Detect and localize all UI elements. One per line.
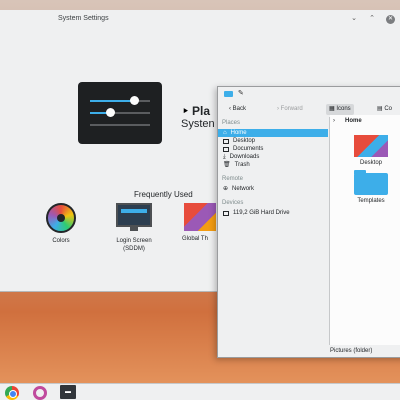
window-title: System Settings [58, 15, 109, 22]
file-manager-window: ✎ ‹ Back › Forward ▦ Icons ▤ Co Places ⌂… [217, 86, 400, 358]
desktop-icon [223, 138, 229, 144]
compact-view-button[interactable]: ▤ Co [374, 104, 395, 115]
icons-view-button[interactable]: ▦ Icons [326, 104, 354, 115]
hero-title: Pla [192, 104, 211, 118]
frequently-used-heading: Frequently Used [134, 190, 193, 199]
desktop-folder-icon [354, 135, 388, 157]
remote-heading: Remote [222, 176, 244, 182]
templates-folder-icon [354, 170, 388, 195]
login-screen-label: Login Screen (SDDM) [116, 238, 152, 252]
file-item[interactable]: Desktop [348, 135, 394, 166]
file-view[interactable]: › Home Desktop Templates [330, 115, 400, 345]
taskbar: ▬ [0, 383, 400, 400]
place-home[interactable]: ⌂ Home [218, 129, 328, 137]
colors-label: Colors [52, 238, 70, 244]
status-bar: Pictures (folder) [330, 348, 373, 354]
icons-view-icon: ▦ [329, 106, 335, 112]
back-button[interactable]: ‹ Back [226, 104, 249, 115]
hard-drive-icon [223, 210, 229, 216]
settings-sliders-icon [78, 82, 162, 144]
place-trash[interactable]: 🗑 Trash [218, 161, 326, 169]
login-screen-module[interactable]: Login Screen (SDDM) [104, 203, 164, 253]
monitor-icon [116, 203, 152, 231]
place-downloads[interactable]: ⤓ Downloads [218, 153, 326, 161]
colors-module[interactable]: Colors [31, 203, 91, 245]
devices-heading: Devices [222, 200, 244, 206]
close-icon[interactable]: ✕ [386, 15, 395, 24]
chrome-icon[interactable] [5, 386, 19, 400]
titlebar[interactable]: System Settings ⌄ ⌃ ✕ [0, 10, 400, 28]
places-heading: Places [222, 120, 241, 126]
network-icon: ⊕ [223, 186, 229, 192]
terminal-icon[interactable]: ▬ [60, 385, 76, 399]
forward-arrow-icon: › [277, 106, 279, 112]
compact-view-icon: ▤ [377, 106, 383, 112]
breadcrumb-arrow-icon: › [333, 118, 335, 124]
pointer-icon: ⯈ [182, 106, 190, 116]
downloads-icon: ⤓ [223, 154, 226, 160]
place-desktop[interactable]: Desktop [218, 137, 326, 145]
place-network[interactable]: ⊕ Network [218, 185, 326, 193]
forward-button[interactable]: › Forward [274, 104, 306, 115]
place-documents[interactable]: Documents [218, 145, 326, 153]
maximize-icon[interactable]: ⌃ [368, 15, 376, 23]
file-name: Desktop [359, 160, 382, 166]
pin-icon[interactable]: ✎ [238, 89, 244, 97]
file-name: Templates [357, 198, 385, 204]
breadcrumb-home[interactable]: Home [345, 118, 362, 124]
back-arrow-icon: ‹ [229, 106, 231, 112]
device-hard-drive[interactable]: 119,2 GiB Hard Drive [218, 209, 326, 217]
documents-icon [223, 146, 229, 152]
breadcrumb[interactable]: › Home [330, 115, 400, 127]
trash-icon: 🗑 [223, 162, 231, 168]
app-ring-icon[interactable] [33, 386, 47, 400]
places-panel: Places ⌂ Home Desktop Documents ⤓ Download… [218, 117, 328, 357]
hero-subtitle: Systen [181, 118, 215, 130]
global-theme-icon [184, 203, 216, 231]
fm-titlebar[interactable]: ✎ [218, 87, 400, 101]
file-item[interactable]: Templates [348, 170, 394, 204]
minimize-icon[interactable]: ⌄ [350, 15, 358, 23]
colors-icon [46, 203, 76, 233]
folder-icon [224, 91, 233, 97]
home-icon: ⌂ [223, 130, 227, 136]
